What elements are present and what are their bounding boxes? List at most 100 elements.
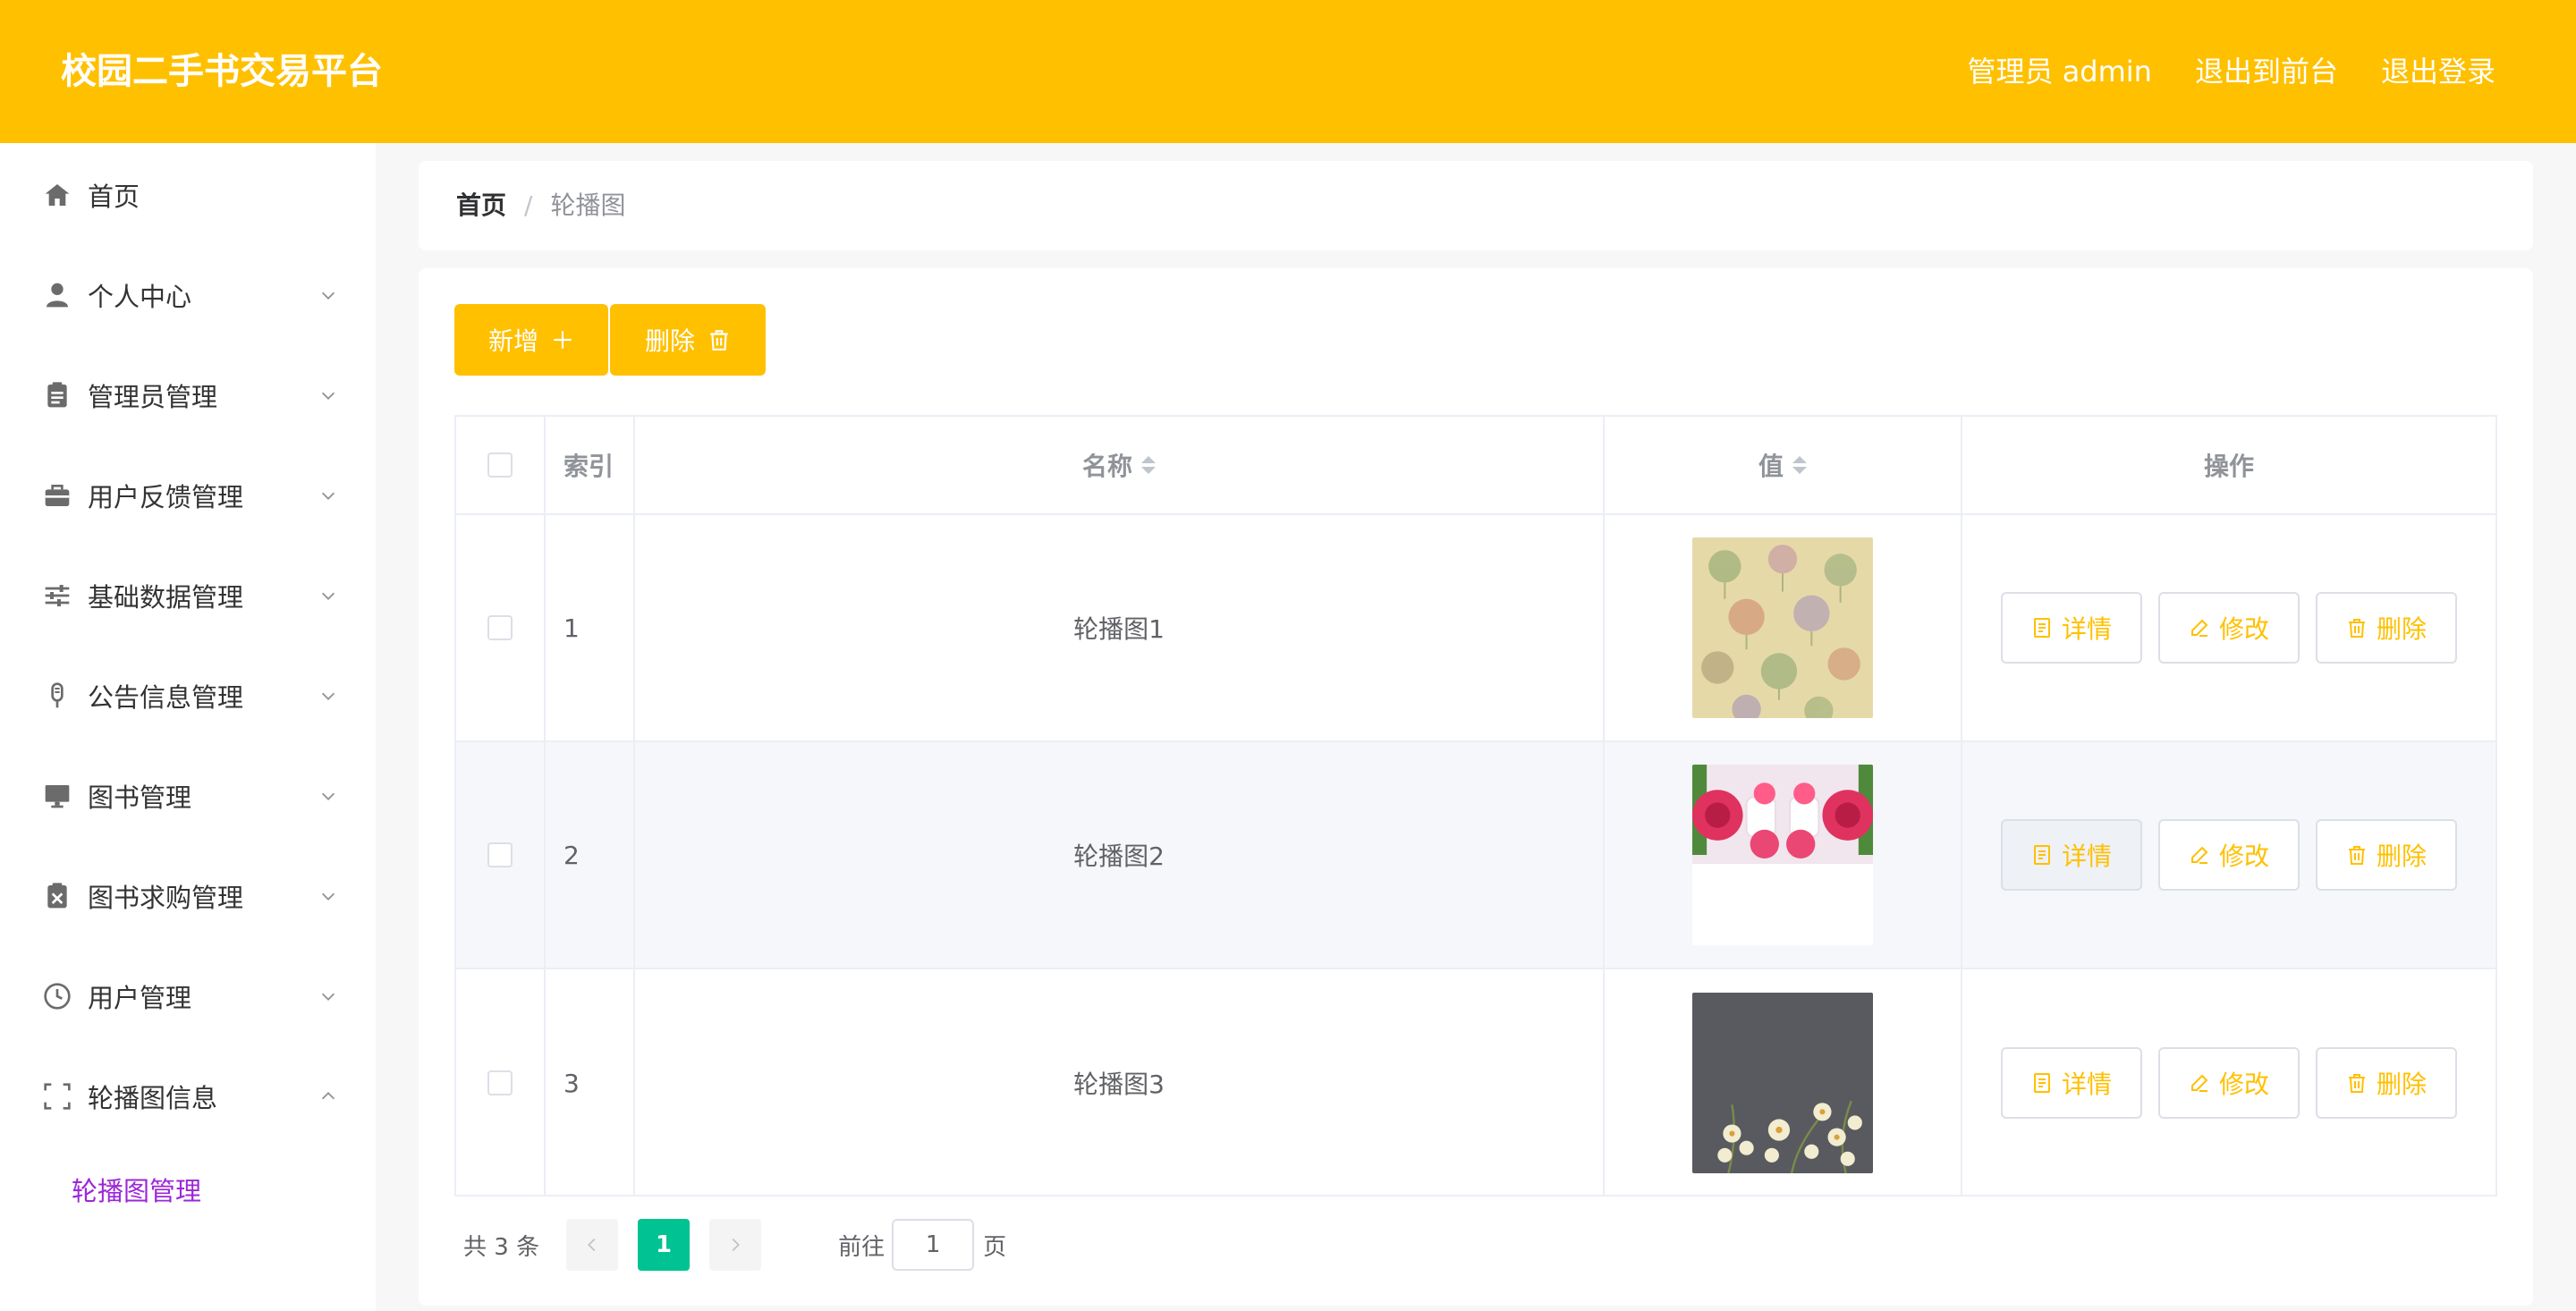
detail-button[interactable]: 详情	[2001, 1047, 2142, 1119]
app-title: 校园二手书交易平台	[61, 51, 383, 92]
exit-to-front-link[interactable]: 退出到前台	[2195, 48, 2338, 95]
sidebar-item-admin-management[interactable]: 管理员管理	[0, 359, 376, 431]
user-icon	[43, 281, 72, 309]
edit-button-label: 修改	[2218, 842, 2269, 871]
sidebar-item-label: 首页	[88, 182, 140, 212]
edit-icon	[2190, 846, 2208, 864]
header-actions-cell: 操作	[1962, 417, 2496, 513]
sidebar-item-basic-data-management[interactable]: 基础数据管理	[0, 560, 376, 631]
row-actions-cell: 详情 修改 删除	[1962, 969, 2496, 1197]
row-checkbox-cell	[456, 742, 546, 968]
edit-button[interactable]: 修改	[2158, 819, 2300, 891]
row-name: 轮播图3	[1073, 1070, 1165, 1099]
breadcrumb-bar: 首页 / 轮播图	[419, 161, 2533, 250]
select-all-checkbox[interactable]	[487, 453, 513, 478]
row-index: 3	[564, 1068, 580, 1098]
row-value-cell	[1605, 515, 1962, 740]
sidebar-item-label: 公告信息管理	[88, 682, 244, 713]
table-row: 3 轮播图3 详情 修改 删除	[456, 969, 2496, 1197]
row-actions-cell: 详情 修改 删除	[1962, 515, 2496, 740]
header-name-cell[interactable]: 名称	[635, 417, 1605, 513]
row-delete-button[interactable]: 删除	[2316, 1047, 2457, 1119]
chevron-down-icon	[321, 692, 335, 700]
header-name-wrap: 名称	[1082, 447, 1156, 483]
edit-button-label: 修改	[2218, 614, 2269, 644]
chevron-up-icon	[321, 1092, 335, 1100]
sort-icon[interactable]	[1141, 456, 1156, 474]
carousel-thumbnail[interactable]	[1692, 765, 1873, 945]
plus-icon	[554, 331, 572, 349]
header-actions: 操作	[2203, 452, 2254, 481]
sort-icon[interactable]	[1792, 456, 1807, 474]
chevron-left-icon	[588, 1238, 596, 1252]
carousel-thumbnail[interactable]	[1692, 537, 1873, 718]
row-checkbox-cell	[456, 515, 546, 740]
chevron-down-icon	[321, 592, 335, 600]
add-button-label: 新增	[487, 326, 538, 356]
breadcrumb-home[interactable]: 首页	[456, 188, 506, 224]
page-jump-input[interactable]	[892, 1219, 975, 1271]
sidebar-subitem-carousel-management[interactable]: 轮播图管理	[0, 1154, 376, 1225]
sidebar-item-user-management[interactable]: 用户管理	[0, 960, 376, 1032]
document-icon	[2033, 845, 2050, 865]
row-value-cell	[1605, 969, 1962, 1197]
sidebar-item-personal-center[interactable]: 个人中心	[0, 259, 376, 331]
clipboard-x-icon	[43, 882, 72, 910]
header-value-cell[interactable]: 值	[1605, 417, 1962, 513]
logout-link[interactable]: 退出登录	[2381, 48, 2496, 95]
row-checkbox[interactable]	[487, 1070, 513, 1095]
sidebar-item-feedback-management[interactable]: 用户反馈管理	[0, 460, 376, 531]
sidebar-item-label: 图书求购管理	[88, 883, 244, 913]
sidebar-item-book-management[interactable]: 图书管理	[0, 760, 376, 832]
row-delete-button-label: 删除	[2376, 842, 2427, 871]
row-checkbox[interactable]	[487, 615, 513, 640]
page-number-button[interactable]: 1	[638, 1219, 691, 1271]
sidebar-item-announcement-management[interactable]: 公告信息管理	[0, 660, 376, 732]
row-name: 轮播图1	[1073, 614, 1165, 644]
prev-page-button[interactable]	[566, 1219, 619, 1271]
row-actions: 详情 修改 删除	[2001, 592, 2457, 664]
monitor-icon	[43, 782, 72, 810]
row-delete-button[interactable]: 删除	[2316, 592, 2457, 664]
delete-button[interactable]: 删除	[610, 304, 766, 376]
row-checkbox[interactable]	[487, 842, 513, 867]
header-value: 值	[1758, 452, 1784, 481]
breadcrumb-current: 轮播图	[550, 190, 626, 220]
sidebar-item-book-request-management[interactable]: 图书求购管理	[0, 860, 376, 932]
edit-button[interactable]: 修改	[2158, 592, 2300, 664]
sidebar-item-label: 用户反馈管理	[88, 482, 244, 512]
breadcrumb: 首页 / 轮播图	[456, 188, 625, 224]
document-icon	[2033, 1073, 2050, 1093]
detail-button-label: 详情	[2061, 1070, 2112, 1099]
detail-button[interactable]: 详情	[2001, 592, 2142, 664]
table-header: 索引 名称 值 操作	[456, 417, 2496, 515]
add-button[interactable]: 新增	[454, 304, 608, 376]
header-index: 索引	[564, 452, 614, 481]
sidebar-item-home[interactable]: 首页	[0, 159, 376, 231]
row-delete-button[interactable]: 删除	[2316, 819, 2457, 891]
top-header: 校园二手书交易平台 管理员 admin 退出到前台 退出登录	[0, 0, 2576, 143]
sidebar-item-label: 个人中心	[88, 282, 192, 312]
home-icon	[43, 181, 72, 209]
row-index-cell: 2	[546, 742, 635, 968]
sidebar-item-label: 图书管理	[88, 782, 192, 813]
next-page-button[interactable]	[709, 1219, 762, 1271]
row-actions: 详情 修改 删除	[2001, 1047, 2457, 1119]
carousel-thumbnail[interactable]	[1692, 993, 1873, 1173]
detail-button[interactable]: 详情	[2001, 819, 2142, 891]
edit-button-label: 修改	[2218, 1070, 2269, 1099]
sidebar-subitem-label: 轮播图管理	[72, 1176, 202, 1206]
header-value-wrap: 值	[1758, 447, 1807, 483]
sidebar: 首页 个人中心 管理员管理 用户反馈管理 基础数据管理 公告信息管理 图书管理 …	[0, 143, 376, 1311]
main-panel: 新增 删除 索引 名称 值 操作 1 轮播图1 详情 修改 删除 2 轮播图2 …	[419, 268, 2533, 1306]
sidebar-item-carousel-info[interactable]: 轮播图信息	[0, 1061, 376, 1132]
edit-button[interactable]: 修改	[2158, 1047, 2300, 1119]
row-name-cell: 轮播图3	[635, 969, 1605, 1197]
row-delete-button-label: 删除	[2376, 614, 2427, 644]
row-index-cell: 1	[546, 515, 635, 740]
chevron-right-icon	[732, 1238, 741, 1252]
trash-icon	[2348, 1074, 2365, 1093]
chevron-down-icon	[321, 792, 335, 800]
sidebar-item-label: 管理员管理	[88, 382, 218, 412]
clipboard-icon	[43, 381, 72, 410]
